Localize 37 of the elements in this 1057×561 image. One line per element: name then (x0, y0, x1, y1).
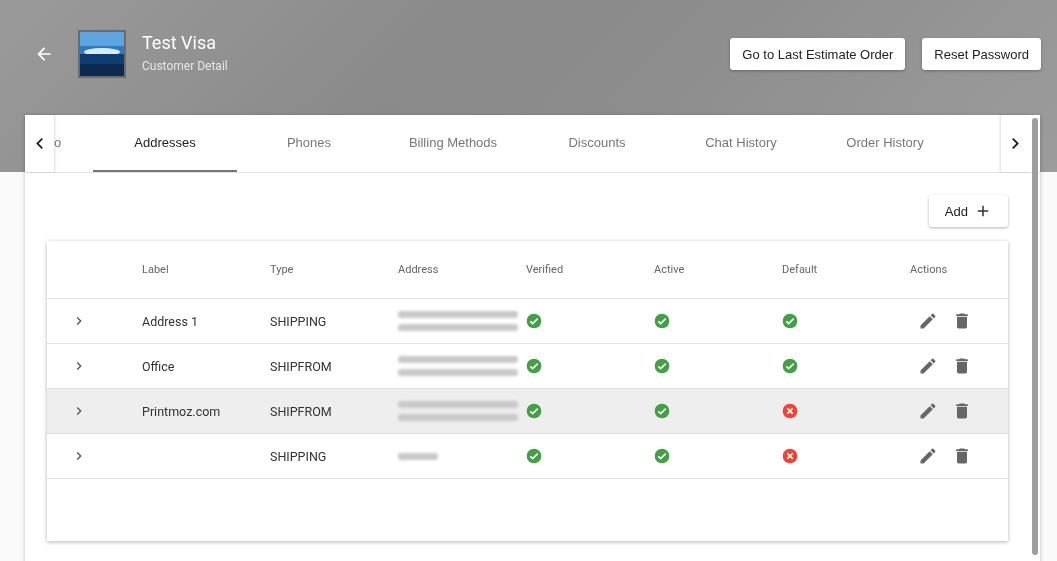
table-cell: SHIPPING (270, 448, 327, 464)
tab[interactable]: Chat History (669, 115, 813, 172)
table-cell: Address 1 (142, 313, 199, 329)
header-button[interactable]: Reset Password (922, 38, 1041, 70)
table-cell: SHIPFROM (270, 358, 332, 374)
table-cell: SHIPPING (270, 313, 327, 329)
chevron-right-icon (1012, 138, 1019, 149)
edit-icon[interactable] (918, 356, 938, 376)
table-cell: Printmoz.com (142, 403, 221, 419)
tab[interactable]: Order History (813, 115, 957, 172)
tab[interactable]: o (54, 115, 93, 172)
edit-icon[interactable] (918, 401, 938, 421)
table-cell: Office (142, 358, 175, 374)
table-cell: SHIPFROM (270, 403, 332, 419)
tab[interactable]: Phones (237, 115, 381, 172)
table-row[interactable]: Address 1 SHIPPING (47, 299, 1008, 344)
column-header: Verified (526, 263, 564, 276)
column-header: Active (654, 263, 685, 276)
column-header: Default (782, 263, 818, 276)
table-row[interactable]: SHIPPING (47, 434, 1008, 479)
page-subtitle: Customer Detail (142, 59, 228, 73)
blurred-address (398, 452, 438, 460)
column-header: Type (270, 263, 294, 276)
column-header: Label (142, 263, 169, 276)
tab[interactable]: Addresses (93, 115, 237, 172)
table-row[interactable]: Printmoz.com SHIPFROM (47, 389, 1008, 434)
tab[interactable]: Discounts (525, 115, 669, 172)
tab[interactable]: Billing Methods (381, 115, 525, 172)
add-button[interactable]: Add (928, 195, 1008, 227)
edit-icon[interactable] (918, 446, 938, 466)
column-header: Actions (910, 263, 948, 276)
scrollbar[interactable] (1032, 118, 1038, 555)
header-button[interactable]: Go to Last Estimate Order (730, 38, 906, 70)
customer-name: Test Visa (142, 32, 217, 53)
column-header: Address (398, 263, 439, 276)
edit-icon[interactable] (918, 311, 938, 331)
chevron-left-icon (36, 138, 43, 149)
